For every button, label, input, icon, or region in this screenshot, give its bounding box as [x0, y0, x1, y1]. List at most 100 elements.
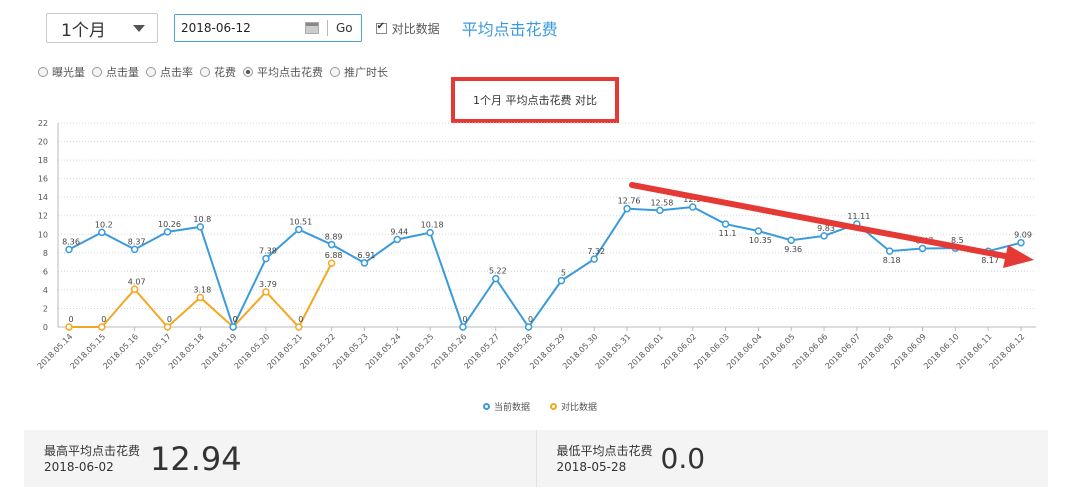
data-point — [492, 274, 500, 283]
data-label: 11.11 — [847, 212, 870, 221]
metric-radio-cost[interactable]: 花费 — [200, 64, 236, 80]
data-point — [262, 288, 270, 296]
metric-radio-label: 平均点击花费 — [257, 66, 323, 79]
legend-label: 当前数据 — [493, 403, 530, 413]
go-button[interactable]: Go — [328, 21, 361, 35]
data-label: 5.22 — [489, 267, 507, 276]
data-point — [787, 236, 795, 244]
data-point — [196, 223, 205, 231]
data-point — [820, 232, 828, 240]
date-input[interactable] — [175, 15, 305, 41]
data-label: 3.79 — [259, 280, 277, 289]
y-tick-label: 18 — [38, 156, 48, 165]
data-point — [360, 259, 369, 267]
data-point — [295, 225, 303, 234]
metric-radio-label: 花费 — [214, 66, 236, 79]
data-point — [295, 323, 303, 331]
data-label: 9.44 — [390, 227, 408, 236]
data-label: 0 — [68, 315, 73, 324]
metric-radio-avg-cpc[interactable]: 平均点击花费 — [243, 64, 323, 80]
compare-toggle[interactable]: 对比数据 — [375, 20, 440, 37]
data-point — [754, 227, 763, 235]
period-select-value: 1个月 — [61, 20, 106, 41]
x-tick-label: 2018.06.12 — [988, 332, 1027, 371]
data-label: 10.8 — [193, 215, 211, 224]
data-label: 9.36 — [784, 245, 802, 254]
chevron-down-icon — [133, 24, 145, 32]
data-label: 8.36 — [62, 237, 80, 246]
trend-arrow-line — [629, 182, 1013, 260]
data-label: 0 — [101, 315, 106, 324]
data-point — [229, 323, 237, 331]
data-point — [918, 244, 927, 253]
data-point — [688, 203, 697, 211]
radio-icon[interactable] — [146, 67, 156, 77]
data-label: 8.37 — [128, 237, 146, 246]
data-label: 5 — [561, 269, 566, 278]
data-label: 10.35 — [749, 236, 772, 245]
legend-marker-icon — [550, 403, 557, 410]
data-label: 8.18 — [883, 256, 901, 265]
y-tick-label: 14 — [38, 193, 48, 202]
calendar-icon[interactable] — [305, 22, 319, 34]
radio-icon[interactable] — [330, 67, 340, 77]
stat-high-date: 2018-06-02 — [44, 460, 114, 474]
metric-radio-clicks[interactable]: 点击量 — [92, 64, 139, 80]
data-point — [98, 228, 106, 237]
compare-checkbox[interactable] — [375, 21, 387, 34]
data-label: 0 — [233, 315, 238, 324]
stat-high-label: 最高平均点击花费 — [44, 444, 141, 458]
radio-checked-icon[interactable] — [243, 67, 253, 77]
metric-radio-label: 点击量 — [106, 66, 139, 79]
metric-radio-label: 点击率 — [160, 66, 193, 79]
metric-radio-duration[interactable]: 推广时长 — [330, 64, 388, 80]
y-tick-label: 22 — [38, 119, 48, 128]
data-label: 12.76 — [618, 197, 641, 206]
metric-radio-group: 曝光量 点击量 点击率 花费 平均点击花费 推广时长 — [38, 64, 395, 80]
compare-label: 对比数据 — [391, 21, 440, 36]
data-point — [163, 323, 172, 331]
y-tick-label: 0 — [43, 323, 48, 332]
metric-radio-ctr[interactable]: 点击率 — [146, 64, 193, 80]
data-point — [524, 323, 533, 331]
data-label: 12.58 — [650, 198, 673, 207]
data-label: 0 — [298, 315, 303, 324]
data-label: 11.1 — [719, 229, 737, 238]
data-point — [65, 323, 73, 331]
data-label: 6.88 — [325, 251, 343, 260]
data-point — [459, 323, 467, 331]
data-point — [65, 245, 73, 254]
data-point — [130, 285, 139, 294]
radio-icon[interactable] — [92, 67, 102, 77]
data-label: 0 — [167, 315, 172, 324]
stat-low: 最低平均点击花费 2018-05-28 0.0 — [535, 430, 1049, 487]
radio-icon[interactable] — [38, 67, 48, 77]
data-point — [426, 228, 434, 237]
data-label: 10.26 — [158, 220, 181, 229]
data-label: 7.38 — [259, 247, 277, 256]
line-chart: 02468101214161820222018.05.142018.05.152… — [36, 119, 1036, 371]
data-point — [196, 293, 205, 302]
legend-label: 对比数据 — [561, 403, 598, 413]
legend-marker-icon — [482, 403, 490, 410]
data-point — [163, 228, 172, 236]
y-tick-label: 8 — [43, 249, 48, 258]
trend-arrow-head-icon — [1003, 245, 1034, 268]
data-label: 0 — [462, 315, 467, 324]
metric-title: 平均点击花费 — [461, 20, 558, 39]
radio-icon[interactable] — [200, 67, 210, 77]
y-tick-label: 6 — [43, 267, 48, 276]
data-point — [590, 255, 598, 263]
data-point — [656, 206, 664, 215]
period-select[interactable]: 1个月 — [46, 13, 158, 43]
legend-item-current[interactable]: 当前数据 — [482, 400, 530, 413]
data-label: 8.89 — [325, 233, 343, 242]
stats-panel: 最高平均点击花费 2018-06-02 12.94 最低平均点击花费 2018-… — [24, 430, 1048, 487]
stat-low-date: 2018-05-28 — [556, 460, 627, 474]
data-point — [1017, 238, 1025, 247]
legend-item-compare[interactable]: 对比数据 — [550, 400, 597, 413]
data-label: 0 — [528, 315, 533, 324]
metric-radio-impressions[interactable]: 曝光量 — [38, 64, 85, 80]
data-point — [557, 276, 566, 285]
stat-high: 最高平均点击花费 2018-06-02 12.94 — [24, 430, 536, 487]
